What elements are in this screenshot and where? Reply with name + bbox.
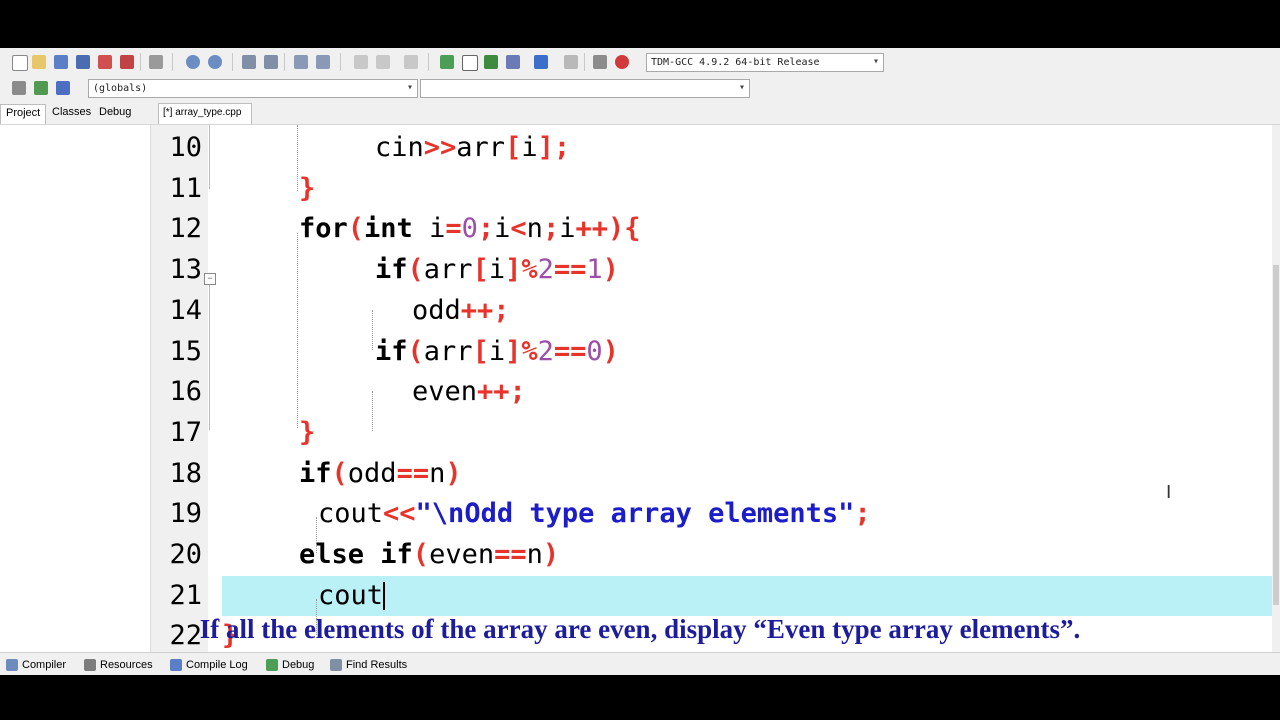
close-file-icon[interactable] xyxy=(96,53,114,71)
tab-project[interactable]: Project xyxy=(0,104,46,124)
new-file-icon[interactable] xyxy=(10,53,28,71)
syntax-check-icon[interactable] xyxy=(532,53,550,71)
secondary-toolbar: (globals) ▾ ▾ xyxy=(0,76,1280,100)
goto-icon[interactable] xyxy=(32,79,50,97)
code-line: 17 } xyxy=(158,413,1272,454)
scope-select[interactable]: (globals) ▾ xyxy=(88,79,418,98)
top-black-bar xyxy=(0,0,1280,48)
line-number: 17 xyxy=(169,416,202,448)
code-text: for(int i=0;i<n;i++){ xyxy=(299,213,641,245)
unindent-icon[interactable] xyxy=(314,53,332,71)
code-text: cout xyxy=(318,579,386,611)
code-text: if(arr[i]%2==1) xyxy=(375,254,619,286)
line-number: 18 xyxy=(169,457,202,489)
tab-debug[interactable]: Debug xyxy=(94,104,140,124)
tab-row: Project Classes Debug [*] array_type.cpp xyxy=(0,100,1280,125)
scope-select-value: (globals) xyxy=(93,83,148,94)
bottom-panel-tabs: Compiler Resources Compile Log Debug Fin… xyxy=(0,652,1280,675)
replace-icon[interactable] xyxy=(262,53,280,71)
tab-compile-log[interactable]: Compile Log xyxy=(170,656,248,674)
code-line: 16 even++; xyxy=(158,372,1272,413)
find-icon[interactable] xyxy=(240,53,258,71)
window-icon[interactable] xyxy=(460,53,478,71)
line-number: 12 xyxy=(169,213,202,245)
subtitle-caption: If all the elements of the array are eve… xyxy=(199,614,1081,644)
code-text: cout<<"\nOdd type array elements"; xyxy=(318,498,871,530)
line-number: 10 xyxy=(169,132,202,163)
ide-window: TDM-GCC 4.9.2 64-bit Release ▾ (globals)… xyxy=(0,48,1280,675)
code-line: 21 cout xyxy=(158,576,1272,617)
toggle-bookmark-icon[interactable] xyxy=(402,53,420,71)
symbol-select[interactable]: ▾ xyxy=(420,79,750,98)
save-all-icon[interactable] xyxy=(74,53,92,71)
chevron-down-icon: ▾ xyxy=(738,82,745,93)
resources-icon xyxy=(84,659,96,671)
code-line: 10 cin>>arr[i]; xyxy=(158,128,1272,169)
compile-log-icon xyxy=(170,659,182,671)
code-line: 11 } xyxy=(158,169,1272,210)
code-text: even++; xyxy=(412,376,526,408)
grid-icon xyxy=(6,659,18,671)
main-toolbar: TDM-GCC 4.9.2 64-bit Release ▾ xyxy=(0,48,1280,76)
run-icon[interactable] xyxy=(504,53,522,71)
find-icon xyxy=(330,659,342,671)
code-line: 12 for(int i=0;i<n;i++){ xyxy=(158,209,1272,250)
debug-bug-icon[interactable] xyxy=(613,53,631,71)
project-panel[interactable] xyxy=(0,125,151,655)
tab-resources[interactable]: Resources xyxy=(84,656,153,674)
compiler-select-value: TDM-GCC 4.9.2 64-bit Release xyxy=(651,57,820,68)
new-class-icon[interactable] xyxy=(438,53,456,71)
code-line: 13 if(arr[i]%2==1) xyxy=(158,250,1272,291)
code-line: 19 cout<<"\nOdd type array elements"; xyxy=(158,494,1272,535)
tab-classes[interactable]: Classes xyxy=(47,104,95,124)
code-text: } xyxy=(299,416,316,448)
save-icon[interactable] xyxy=(52,53,70,71)
code-text: if(arr[i]%2==0) xyxy=(375,335,619,367)
vertical-scrollbar[interactable] xyxy=(1272,125,1280,655)
tab-debug-output[interactable]: Debug xyxy=(266,656,314,674)
line-number: 21 xyxy=(169,579,202,611)
compile-icon[interactable] xyxy=(482,53,500,71)
close-all-icon[interactable] xyxy=(118,53,136,71)
code-text: else if(even==n) xyxy=(299,539,560,570)
tab-compiler[interactable]: Compiler xyxy=(6,656,66,674)
text-caret xyxy=(383,582,386,611)
line-number: 20 xyxy=(169,539,202,570)
stop-execution-icon[interactable] xyxy=(562,53,580,71)
undo-icon[interactable] xyxy=(184,53,202,71)
chevron-down-icon: ▾ xyxy=(872,56,879,67)
code-text: odd++; xyxy=(412,294,510,326)
redo-icon[interactable] xyxy=(206,53,224,71)
file-tab-array-type[interactable]: [*] array_type.cpp xyxy=(158,103,252,124)
code-line: 18 if(odd==n) xyxy=(158,454,1272,495)
line-number: 15 xyxy=(169,335,202,367)
code-text: if(odd==n) xyxy=(299,457,462,489)
debug-check-icon xyxy=(266,659,278,671)
indent-icon[interactable] xyxy=(292,53,310,71)
compiler-select[interactable]: TDM-GCC 4.9.2 64-bit Release ▾ xyxy=(646,53,884,72)
chevron-down-icon: ▾ xyxy=(406,82,413,93)
line-number: 13 xyxy=(169,254,202,286)
class-browser-icon[interactable] xyxy=(10,79,28,97)
scrollbar-thumb[interactable] xyxy=(1273,265,1279,605)
open-project-icon[interactable] xyxy=(30,53,48,71)
code-line: 20 else if(even==n) xyxy=(158,535,1272,576)
insert-icon[interactable] xyxy=(54,79,72,97)
mouse-ibeam-cursor-icon: I xyxy=(1166,482,1172,503)
code-line: 14 odd++; xyxy=(158,291,1272,332)
profile-chart-icon[interactable] xyxy=(591,53,609,71)
fold-toggle-icon[interactable]: − xyxy=(204,273,216,285)
print-icon[interactable] xyxy=(147,53,165,71)
bookmark-next-icon[interactable] xyxy=(374,53,392,71)
code-line: 15 if(arr[i]%2==0) xyxy=(158,332,1272,373)
bookmark-prev-icon[interactable] xyxy=(352,53,370,71)
code-editor[interactable]: 10 cin>>arr[i]; 11 } 12 for(int i=0;i<n;… xyxy=(158,125,1272,655)
tab-find-results[interactable]: Find Results xyxy=(330,656,407,674)
code-text: cin>>arr[i]; xyxy=(375,132,571,163)
code-text: } xyxy=(299,172,316,204)
line-number: 11 xyxy=(169,172,202,204)
line-number: 14 xyxy=(169,294,202,326)
line-number: 16 xyxy=(169,376,202,408)
line-number: 19 xyxy=(169,498,202,530)
